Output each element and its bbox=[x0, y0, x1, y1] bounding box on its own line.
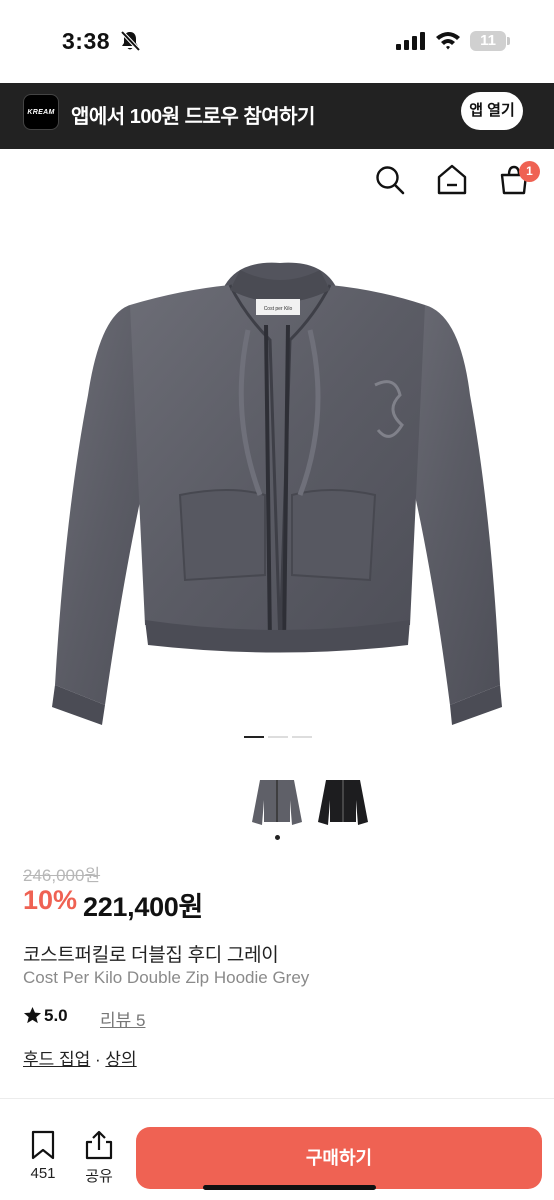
search-icon[interactable] bbox=[375, 165, 405, 195]
bookmark-count: 451 bbox=[30, 1165, 56, 1182]
category-breadcrumb: 후드 집업 · 상의 bbox=[23, 1045, 137, 1070]
status-bar: 3:38 11 bbox=[0, 0, 554, 83]
bell-slash-icon bbox=[120, 30, 140, 52]
share-label: 공유 bbox=[85, 1168, 113, 1185]
carousel-dot bbox=[244, 736, 264, 738]
thumbnail-grey[interactable] bbox=[250, 770, 304, 830]
share-icon bbox=[85, 1130, 113, 1160]
thumbnail-black[interactable] bbox=[316, 770, 370, 830]
color-thumbnails bbox=[250, 770, 370, 840]
banner-text: 앱에서 100원 드로우 참여하기 bbox=[71, 106, 315, 128]
discount-rate: 10% bbox=[23, 885, 78, 915]
status-time: 3:38 bbox=[62, 28, 111, 54]
rating-value: 5.0 bbox=[44, 1006, 68, 1025]
original-price: 246,000원 bbox=[23, 866, 101, 885]
open-app-button[interactable]: 앱 열기 bbox=[461, 92, 523, 130]
product-title-en: Cost Per Kilo Double Zip Hoodie Grey bbox=[23, 968, 310, 987]
carousel-indicator bbox=[244, 736, 314, 739]
bookmark-icon bbox=[31, 1130, 55, 1160]
home-indicator bbox=[203, 1185, 376, 1190]
category-link-hood-zipup[interactable]: 후드 집업 bbox=[23, 1050, 90, 1069]
battery-indicator: 11 bbox=[470, 31, 510, 51]
kream-logo: KREAM bbox=[23, 94, 59, 130]
product-title-ko: 코스트퍼킬로 더블집 후디 그레이 bbox=[23, 945, 279, 966]
carousel-dot bbox=[268, 736, 288, 738]
app-download-banner[interactable]: KREAM 앱에서 100원 드로우 참여하기 앱 열기 bbox=[0, 83, 554, 149]
selected-thumbnail-dot bbox=[275, 835, 280, 840]
review-count-link[interactable]: 리뷰 5 bbox=[100, 1006, 145, 1031]
category-separator: · bbox=[90, 1050, 106, 1069]
category-link-tops[interactable]: 상의 bbox=[105, 1050, 136, 1069]
wifi-icon bbox=[436, 32, 460, 50]
share-button[interactable]: 공유 bbox=[82, 1130, 116, 1186]
product-image[interactable]: Cost per Kilo bbox=[30, 245, 524, 725]
signal-icon bbox=[396, 32, 425, 50]
section-divider bbox=[0, 1098, 554, 1099]
header-actions: 1 bbox=[0, 149, 554, 219]
star-icon bbox=[23, 1006, 42, 1024]
garment-label-text: Cost per Kilo bbox=[264, 306, 293, 312]
home-icon[interactable] bbox=[437, 164, 467, 195]
bookmark-button[interactable]: 451 bbox=[26, 1130, 60, 1186]
cart-count-badge: 1 bbox=[519, 161, 540, 182]
sale-price: 221,400원 bbox=[83, 892, 204, 922]
buy-button[interactable]: 구매하기 bbox=[136, 1127, 542, 1189]
carousel-dot bbox=[292, 736, 312, 738]
